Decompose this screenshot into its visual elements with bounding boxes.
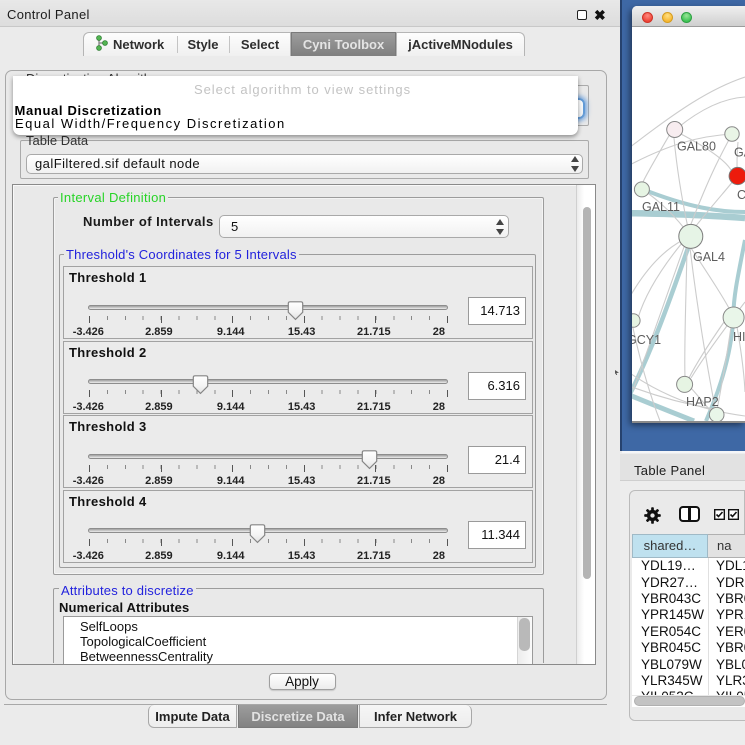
svg-text:HI: HI [733, 330, 745, 344]
svg-text:HAP2: HAP2 [686, 395, 719, 409]
svg-text:GA: GA [734, 146, 745, 160]
svg-text:GAL11: GAL11 [642, 200, 680, 214]
svg-text:GCY1: GCY1 [632, 333, 661, 347]
svg-text:GAL80: GAL80 [677, 140, 716, 154]
svg-text:GAL4: GAL4 [693, 250, 725, 264]
svg-text:C: C [737, 188, 745, 202]
